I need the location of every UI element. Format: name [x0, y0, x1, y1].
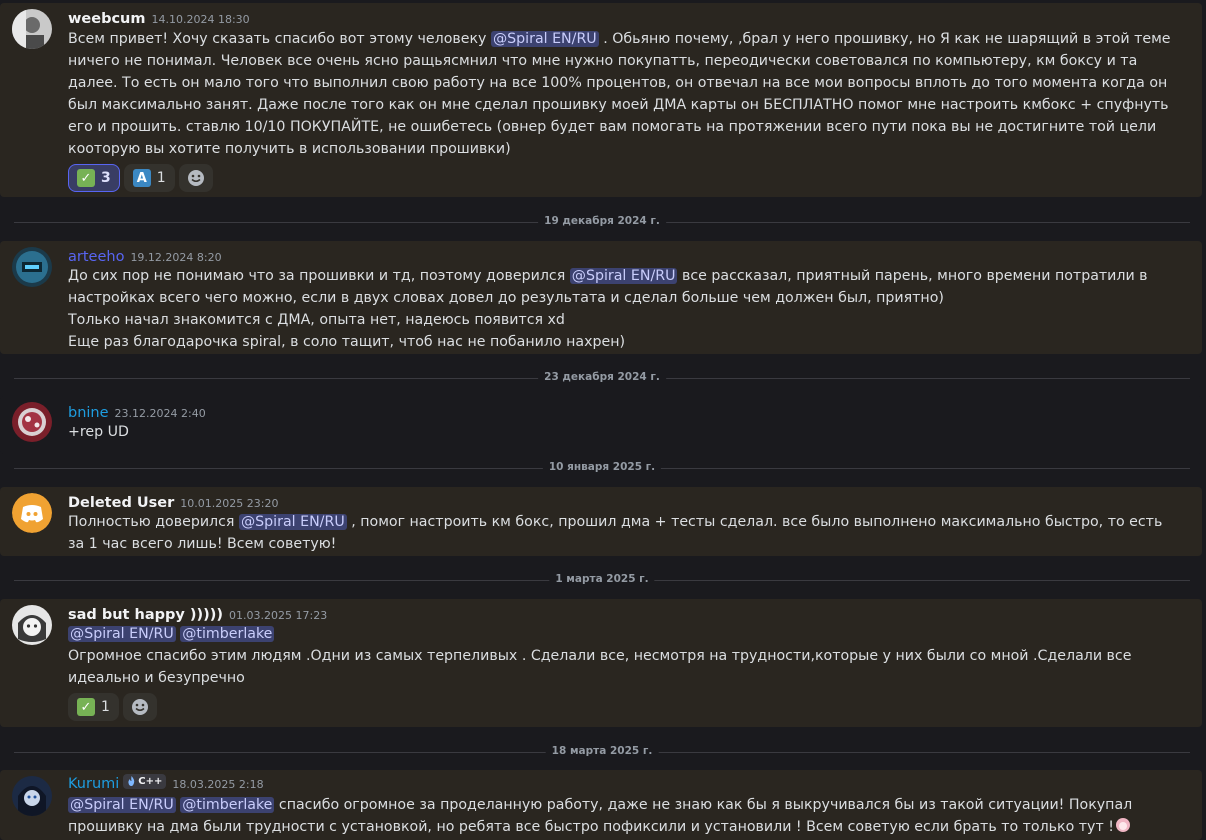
reaction-check[interactable]: ✓ 1 — [68, 693, 119, 721]
avatar[interactable] — [12, 776, 52, 816]
message-text: Всем привет! Хочу сказать спасибо вот эт… — [68, 31, 491, 47]
timestamp: 01.03.2025 17:23 — [229, 609, 328, 622]
username[interactable]: weebcum — [68, 11, 145, 27]
date-divider: 1 марта 2025 г. — [14, 573, 1190, 585]
username[interactable]: bnine — [68, 405, 109, 421]
mention-spiral[interactable]: @Spiral EN/RU — [569, 268, 678, 284]
date-divider: 23 декабря 2024 г. — [14, 371, 1190, 383]
message-content: Всем привет! Хочу сказать спасибо вот эт… — [68, 28, 1172, 160]
reaction-count: 3 — [101, 170, 111, 186]
date-divider: 18 марта 2025 г. — [14, 745, 1190, 757]
anime-girl-emoji-icon — [1115, 818, 1130, 832]
server-tag-badge[interactable]: C++ — [123, 773, 167, 789]
avatar[interactable] — [12, 9, 52, 49]
message-text: . Обьяню почему, ,брал у него прошивку, … — [68, 31, 1171, 157]
message-deleted-user[interactable]: Deleted User 10.01.2025 23:20 Полностью д… — [0, 487, 1202, 556]
message-text: До сих пор не понимаю что за прошивки и … — [68, 268, 570, 284]
date-divider: 10 января 2025 г. — [14, 461, 1190, 473]
message-content: @Spiral EN/RU @timberlake спасибо огромн… — [68, 794, 1172, 838]
avatar[interactable] — [12, 247, 52, 287]
discord-logo-icon — [12, 493, 52, 533]
mention-spiral[interactable]: @Spiral EN/RU — [490, 31, 599, 47]
reaction-count: 1 — [101, 699, 110, 715]
avatar[interactable] — [12, 402, 52, 442]
reactions: ✓ 3 A 1 — [68, 164, 213, 192]
message-text: Полностью доверился — [68, 514, 239, 530]
username[interactable]: arteeho — [68, 249, 124, 265]
smiley-icon — [131, 699, 148, 715]
username[interactable]: sad but happy ))))) — [68, 607, 223, 623]
flame-icon — [128, 776, 135, 786]
avatar[interactable] — [12, 605, 52, 645]
date-divider: 19 декабря 2024 г. — [14, 215, 1190, 227]
avatar[interactable] — [12, 493, 52, 533]
message-text: Еще раз благодарочка spiral, в соло тащи… — [68, 334, 626, 350]
message-content: До сих пор не понимаю что за прошивки и … — [68, 265, 1172, 353]
mention-timberlake[interactable]: @timberlake — [180, 797, 275, 813]
mention-spiral[interactable]: @Spiral EN/RU — [238, 514, 347, 530]
add-reaction-button[interactable] — [122, 693, 157, 721]
regional-indicator-a-icon: A — [132, 169, 151, 187]
message-kurumi[interactable]: Kurumi C++ 18.03.2025 2:18 @Spiral EN/RU @… — [0, 770, 1202, 840]
timestamp: 18.03.2025 2:18 — [172, 778, 264, 791]
message-arteeho[interactable]: arteeho 19.12.2024 8:20 До сих пор не пон… — [0, 241, 1202, 354]
add-reaction-button[interactable] — [178, 164, 213, 192]
message-text: Только начал знакомится с ДМА, опыта нет… — [68, 312, 565, 328]
message-content: @Spiral EN/RU @timberlake Огромное спаси… — [68, 623, 1172, 689]
timestamp: 23.12.2024 2:40 — [114, 407, 206, 420]
smiley-icon — [187, 170, 204, 186]
message-content: +rep UD — [68, 421, 1172, 443]
date-divider-label: 1 марта 2025 г. — [549, 573, 655, 585]
reactions: ✓ 1 — [68, 693, 157, 721]
timestamp: 10.01.2025 23:20 — [180, 497, 279, 510]
message-text: +rep UD — [68, 424, 129, 440]
message-content: Полностью доверился @Spiral EN/RU , помо… — [68, 511, 1172, 555]
check-emoji-icon: ✓ — [77, 169, 95, 187]
date-divider-label: 19 декабря 2024 г. — [538, 215, 666, 227]
message-sad-but-happy[interactable]: sad but happy ))))) 01.03.2025 17:23 @Spi… — [0, 599, 1202, 727]
message-text: Огромное спасибо этим людям .Одни из сам… — [68, 648, 1132, 686]
badge-label: C++ — [138, 775, 163, 787]
mention-timberlake[interactable]: @timberlake — [180, 626, 275, 642]
username[interactable]: Deleted User — [68, 495, 174, 511]
date-divider-label: 18 марта 2025 г. — [545, 745, 659, 757]
date-divider-label: 23 декабря 2024 г. — [538, 371, 666, 383]
timestamp: 19.12.2024 8:20 — [130, 251, 222, 264]
date-divider-label: 10 января 2025 г. — [542, 461, 662, 473]
reaction-count: 1 — [156, 170, 166, 186]
mention-spiral[interactable]: @Spiral EN/RU — [68, 626, 176, 642]
mention-spiral[interactable]: @Spiral EN/RU — [68, 797, 176, 813]
timestamp: 14.10.2024 18:30 — [151, 13, 250, 26]
username[interactable]: Kurumi — [68, 776, 119, 792]
message-bnine[interactable]: bnine 23.12.2024 2:40 +rep UD — [0, 396, 1202, 454]
reaction-a[interactable]: A 1 — [123, 164, 175, 192]
check-emoji-icon: ✓ — [77, 698, 95, 716]
message-weebcum[interactable]: weebcum 14.10.2024 18:30 Всем привет! Хоч… — [0, 3, 1202, 197]
reaction-check[interactable]: ✓ 3 — [68, 164, 120, 192]
